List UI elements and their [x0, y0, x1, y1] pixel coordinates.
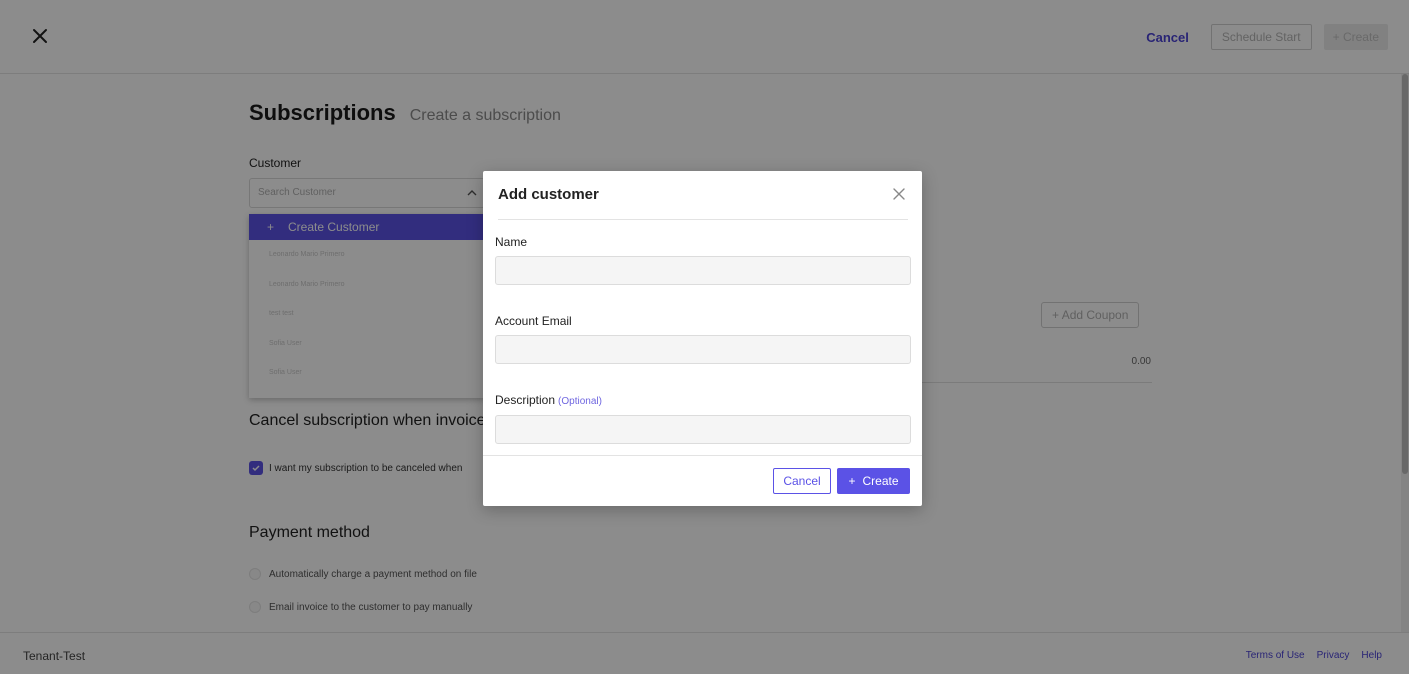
modal-title: Add customer: [498, 186, 599, 203]
description-input[interactable]: [495, 415, 911, 444]
add-customer-modal: Add customer Name Account Email Descript…: [483, 171, 922, 506]
divider: [483, 455, 922, 456]
modal-cancel-button[interactable]: Cancel: [773, 468, 831, 494]
email-input[interactable]: [495, 335, 911, 364]
name-label: Name: [495, 235, 528, 249]
name-input[interactable]: [495, 256, 911, 285]
description-label-text: Description: [495, 393, 556, 407]
modal-header: Add customer: [498, 171, 908, 220]
close-icon[interactable]: [892, 187, 906, 201]
plus-icon: +: [848, 474, 856, 488]
description-label: Description (Optional): [495, 393, 602, 407]
email-label: Account Email: [495, 314, 572, 328]
optional-tag: (Optional): [558, 396, 602, 407]
modal-create-label: Create: [862, 474, 899, 488]
modal-create-button[interactable]: + Create: [837, 468, 910, 494]
